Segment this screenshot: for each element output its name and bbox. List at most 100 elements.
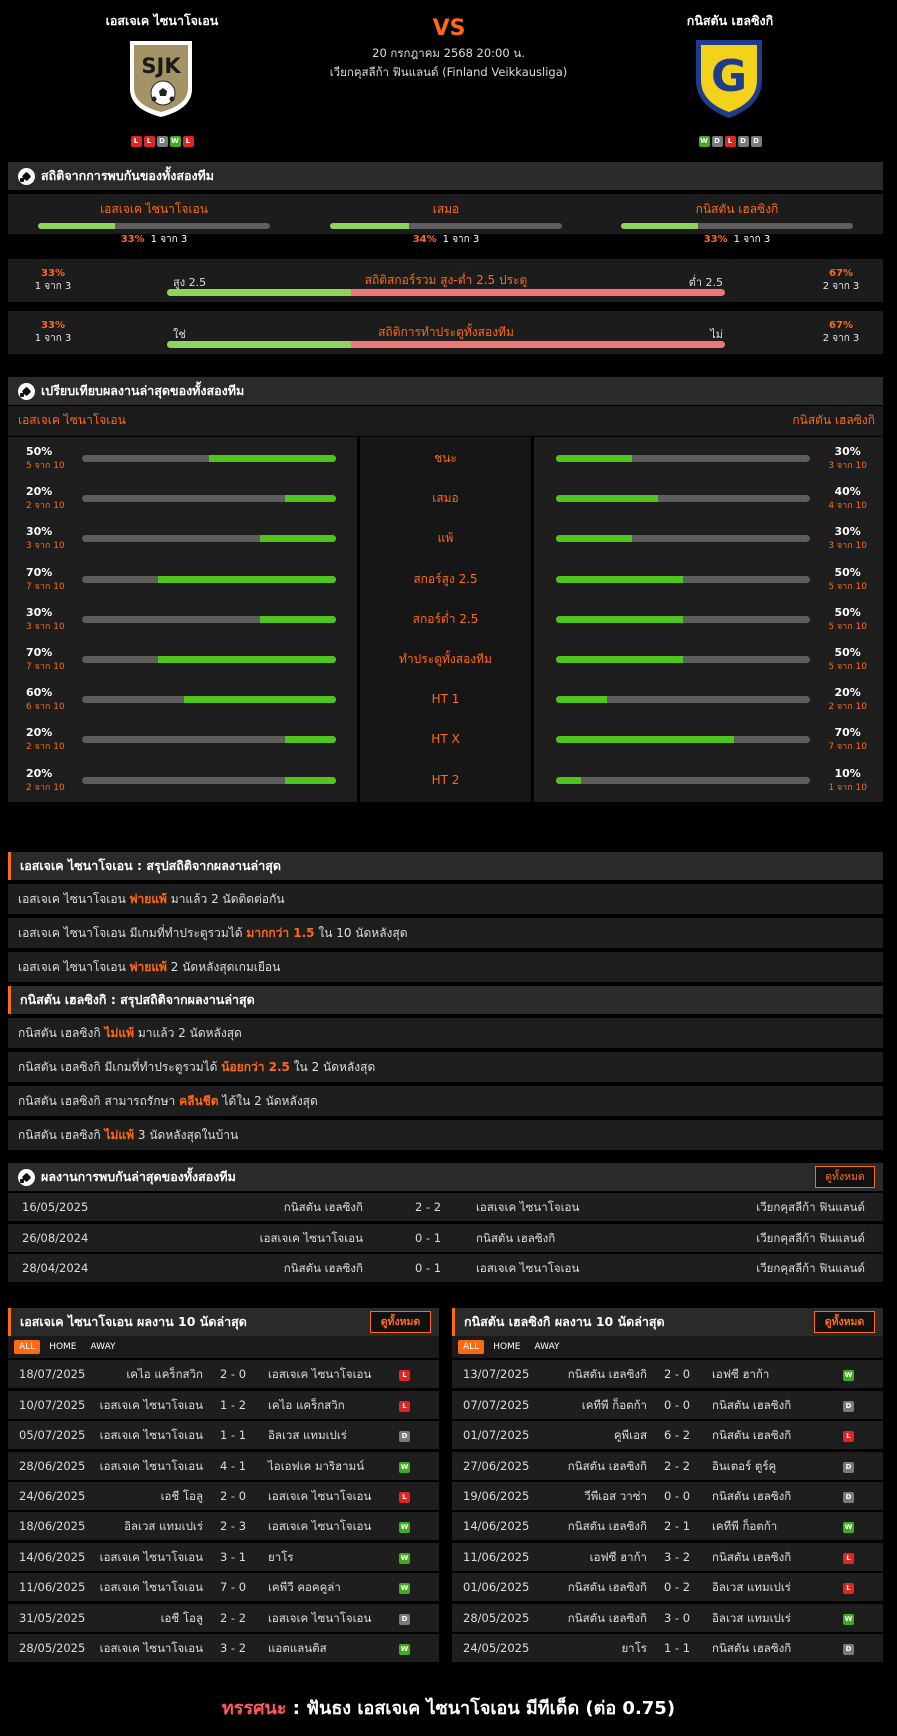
match-row[interactable]: 13/07/2025 กนิสตัน เฮลซิงกิ 2 - 0 เอฟซี …: [452, 1360, 883, 1389]
away-team[interactable]: เอสเจเค ไซนาโจเอน: [268, 1360, 371, 1388]
match-row[interactable]: 11/06/2025 เอฟซี ฮาก้า 3 - 2 กนิสตัน เฮล…: [452, 1542, 883, 1571]
under-pct: 67%: [829, 268, 853, 279]
compare-away-name[interactable]: กนิสตัน เฮลซิงกิ: [792, 406, 875, 434]
home-team[interactable]: วีพีเอส วาซ่า: [584, 1482, 647, 1510]
away-team-name[interactable]: กนิสตัน เฮลซิงกิ: [630, 11, 830, 31]
away-team[interactable]: กนิสตัน เฮลซิงกิ: [712, 1391, 791, 1419]
home-team-name[interactable]: เอสเจเค ไซนาโจเอน: [62, 11, 262, 31]
match-row[interactable]: 01/06/2025 กนิสตัน เฮลซิงกิ 0 - 2 อิลเวส…: [452, 1573, 883, 1602]
match-row[interactable]: 14/06/2025 เอสเจเค ไซนาโจเอน 3 - 1 ยาโร …: [8, 1542, 439, 1571]
match-row[interactable]: 28/05/2025 กนิสตัน เฮลซิงกิ 3 - 0 อิลเวส…: [452, 1603, 883, 1632]
away-sub: 5 จาก 10: [828, 662, 867, 672]
away-team[interactable]: เคไอ แคร็กสวิก: [268, 1391, 345, 1419]
home-team[interactable]: กนิสตัน เฮลซิงกิ: [568, 1604, 647, 1632]
match-row[interactable]: 05/07/2025 เอสเจเค ไซนาโจเอน 1 - 1 อิลเว…: [8, 1421, 439, 1450]
tab-all[interactable]: ALL: [14, 1340, 41, 1354]
tab-home[interactable]: HOME: [488, 1340, 525, 1354]
compare-row: 60% 6 จาก 10 HT 1 20% 2 จาก 10: [8, 678, 883, 722]
h2h-result-row[interactable]: 26/08/2024 เอสเจเค ไซนาโจเอน 0 - 1 กนิสต…: [8, 1223, 883, 1252]
home-team[interactable]: เอสเจเค ไซนาโจเอน: [100, 1543, 203, 1571]
away-team[interactable]: เอสเจเค ไซนาโจเอน: [268, 1482, 371, 1510]
away-team[interactable]: เอสเจเค ไซนาโจเอน: [476, 1254, 579, 1282]
home-team[interactable]: เคทีพี ก็อตก้า: [582, 1391, 647, 1419]
compare-home-name[interactable]: เอสเจเค ไซนาโจเอน: [18, 406, 126, 434]
away-sub: 5 จาก 10: [828, 581, 867, 592]
home-team[interactable]: เอชี โอลู: [161, 1604, 203, 1632]
home-team[interactable]: เคไอ แคร็กสวิก: [126, 1360, 203, 1388]
home-team[interactable]: อิลเวส แทมเปเร่: [124, 1512, 203, 1540]
away-team[interactable]: เคพีวี คอคคูล่า: [268, 1573, 341, 1601]
h2h-view-all-button[interactable]: ดูทั้งหมด: [815, 1166, 875, 1188]
tab-home[interactable]: HOME: [44, 1340, 81, 1354]
match-date: 28/06/2025: [19, 1458, 86, 1473]
home-last10-view-all-button[interactable]: ดูทั้งหมด: [370, 1311, 431, 1333]
away-team[interactable]: เอฟซี ฮาก้า: [712, 1360, 769, 1388]
home-team[interactable]: เอชี โอลู: [161, 1482, 203, 1510]
match-row[interactable]: 10/07/2025 เอสเจเค ไซนาโจเอน 1 - 2 เคไอ …: [8, 1390, 439, 1419]
tab-away[interactable]: AWAY: [530, 1340, 565, 1354]
match-row[interactable]: 11/06/2025 เอสเจเค ไซนาโจเอน 7 - 0 เคพีว…: [8, 1573, 439, 1602]
home-team[interactable]: คูพีเอส: [614, 1421, 647, 1449]
away-team[interactable]: เอสเจเค ไซนาโจเอน: [268, 1512, 371, 1540]
btts-stat: 33% 1 จาก 3 ใช่ สถิติการทำประตูทั้งสองทีม…: [8, 311, 883, 354]
away-team[interactable]: อิลเวส แทมเปเร่: [712, 1573, 791, 1601]
away-team[interactable]: แอตแลนติส: [268, 1634, 327, 1662]
match-row[interactable]: 19/06/2025 วีพีเอส วาซ่า 0 - 0 กนิสตัน เ…: [452, 1481, 883, 1510]
home-team[interactable]: กนิสตัน เฮลซิงกิ: [568, 1512, 647, 1540]
home-team[interactable]: ยาโร: [621, 1634, 647, 1662]
away-last10-view-all-button[interactable]: ดูทั้งหมด: [814, 1311, 875, 1333]
h2h-result-row[interactable]: 16/05/2025 กนิสตัน เฮลซิงกิ 2 - 2 เอสเจเ…: [8, 1193, 883, 1221]
match-row[interactable]: 14/06/2025 กนิสตัน เฮลซิงกิ 2 - 1 เคทีพี…: [452, 1512, 883, 1541]
home-team[interactable]: เอสเจเค ไซนาโจเอน: [100, 1391, 203, 1419]
away-team[interactable]: ยาโร: [268, 1543, 294, 1571]
away-team[interactable]: ไอเอฟเค มาริฮามน์: [268, 1452, 364, 1480]
home-team[interactable]: กนิสตัน เฮลซิงกิ: [284, 1193, 363, 1221]
match-row[interactable]: 24/05/2025 ยาโร 1 - 1 กนิสตัน เฮลซิงกิ D: [452, 1633, 883, 1662]
match-row[interactable]: 18/06/2025 อิลเวส แทมเปเร่ 2 - 3 เอสเจเค…: [8, 1512, 439, 1541]
away-team[interactable]: อินเตอร์ ตูร์คู: [712, 1452, 776, 1480]
home-team[interactable]: กนิสตัน เฮลซิงกิ: [568, 1360, 647, 1388]
home-team[interactable]: เอฟซี ฮาก้า: [590, 1543, 647, 1571]
tab-all[interactable]: ALL: [458, 1340, 485, 1354]
away-summary: กนิสตัน เฮลซิงกิ : สรุปสถิติจากผลงานล่าส…: [8, 986, 883, 1150]
away-team[interactable]: เอสเจเค ไซนาโจเอน: [476, 1193, 579, 1221]
home-team[interactable]: เอสเจเค ไซนาโจเอน: [260, 1224, 363, 1252]
match-row[interactable]: 27/06/2025 กนิสตัน เฮลซิงกิ 2 - 2 อินเตอ…: [452, 1451, 883, 1480]
match-row[interactable]: 24/06/2025 เอชี โอลู 2 - 0 เอสเจเค ไซนาโ…: [8, 1481, 439, 1510]
compare-label: HT X: [360, 718, 531, 762]
home-team[interactable]: เอสเจเค ไซนาโจเอน: [100, 1452, 203, 1480]
away-stat-bar: [556, 696, 810, 704]
away-team[interactable]: อิลเวส แทมเปเร่: [268, 1421, 347, 1449]
tab-away[interactable]: AWAY: [86, 1340, 121, 1354]
match-row[interactable]: 18/07/2025 เคไอ แคร็กสวิก 2 - 0 เอสเจเค …: [8, 1360, 439, 1389]
away-team-logo[interactable]: G: [692, 36, 766, 120]
match-row[interactable]: 07/07/2025 เคทีพี ก็อตก้า 0 - 0 กนิสตัน …: [452, 1390, 883, 1419]
over-sub: 1 จาก 3: [34, 281, 72, 292]
away-team[interactable]: กนิสตัน เฮลซิงกิ: [712, 1421, 791, 1449]
home-team-logo[interactable]: SJK: [126, 37, 196, 119]
home-team[interactable]: กนิสตัน เฮลซิงกิ: [568, 1452, 647, 1480]
away-team[interactable]: กนิสตัน เฮลซิงกิ: [712, 1482, 791, 1510]
away-team[interactable]: อิลเวส แทมเปเร่: [712, 1604, 791, 1632]
home-team[interactable]: เอสเจเค ไซนาโจเอน: [100, 1573, 203, 1601]
home-team[interactable]: กนิสตัน เฮลซิงกิ: [284, 1254, 363, 1282]
home-team[interactable]: กนิสตัน เฮลซิงกิ: [568, 1573, 647, 1601]
match-row[interactable]: 28/05/2025 เอสเจเค ไซนาโจเอน 3 - 2 แอตแล…: [8, 1633, 439, 1662]
summary-row: กนิสตัน เฮลซิงกิ สามารถรักษา คลีนชีต ได้…: [8, 1086, 883, 1116]
home-stat-bar: [82, 495, 336, 503]
home-sub: 2 จาก 10: [26, 782, 65, 793]
home-team[interactable]: เอสเจเค ไซนาโจเอน: [100, 1421, 203, 1449]
h2h-result-row[interactable]: 28/04/2024 กนิสตัน เฮลซิงกิ 0 - 1 เอสเจเ…: [8, 1254, 883, 1282]
match-date: 01/06/2025: [463, 1580, 530, 1595]
match-row[interactable]: 31/05/2025 เอชี โอลู 2 - 2 เอสเจเค ไซนาโ…: [8, 1603, 439, 1632]
match-row[interactable]: 01/07/2025 คูพีเอส 6 - 2 กนิสตัน เฮลซิงก…: [452, 1421, 883, 1450]
home-team[interactable]: เอสเจเค ไซนาโจเอน: [100, 1634, 203, 1662]
result-badge: W: [399, 1552, 410, 1564]
away-team[interactable]: เคทีพี ก็อตก้า: [712, 1512, 777, 1540]
away-team[interactable]: กนิสตัน เฮลซิงกิ: [476, 1224, 555, 1252]
result-badge: L: [399, 1370, 410, 1382]
away-team[interactable]: เอสเจเค ไซนาโจเอน: [268, 1604, 371, 1632]
away-team[interactable]: กนิสตัน เฮลซิงกิ: [712, 1543, 791, 1571]
away-team[interactable]: กนิสตัน เฮลซิงกิ: [712, 1634, 791, 1662]
match-row[interactable]: 28/06/2025 เอสเจเค ไซนาโจเอน 4 - 1 ไอเอฟ…: [8, 1451, 439, 1480]
